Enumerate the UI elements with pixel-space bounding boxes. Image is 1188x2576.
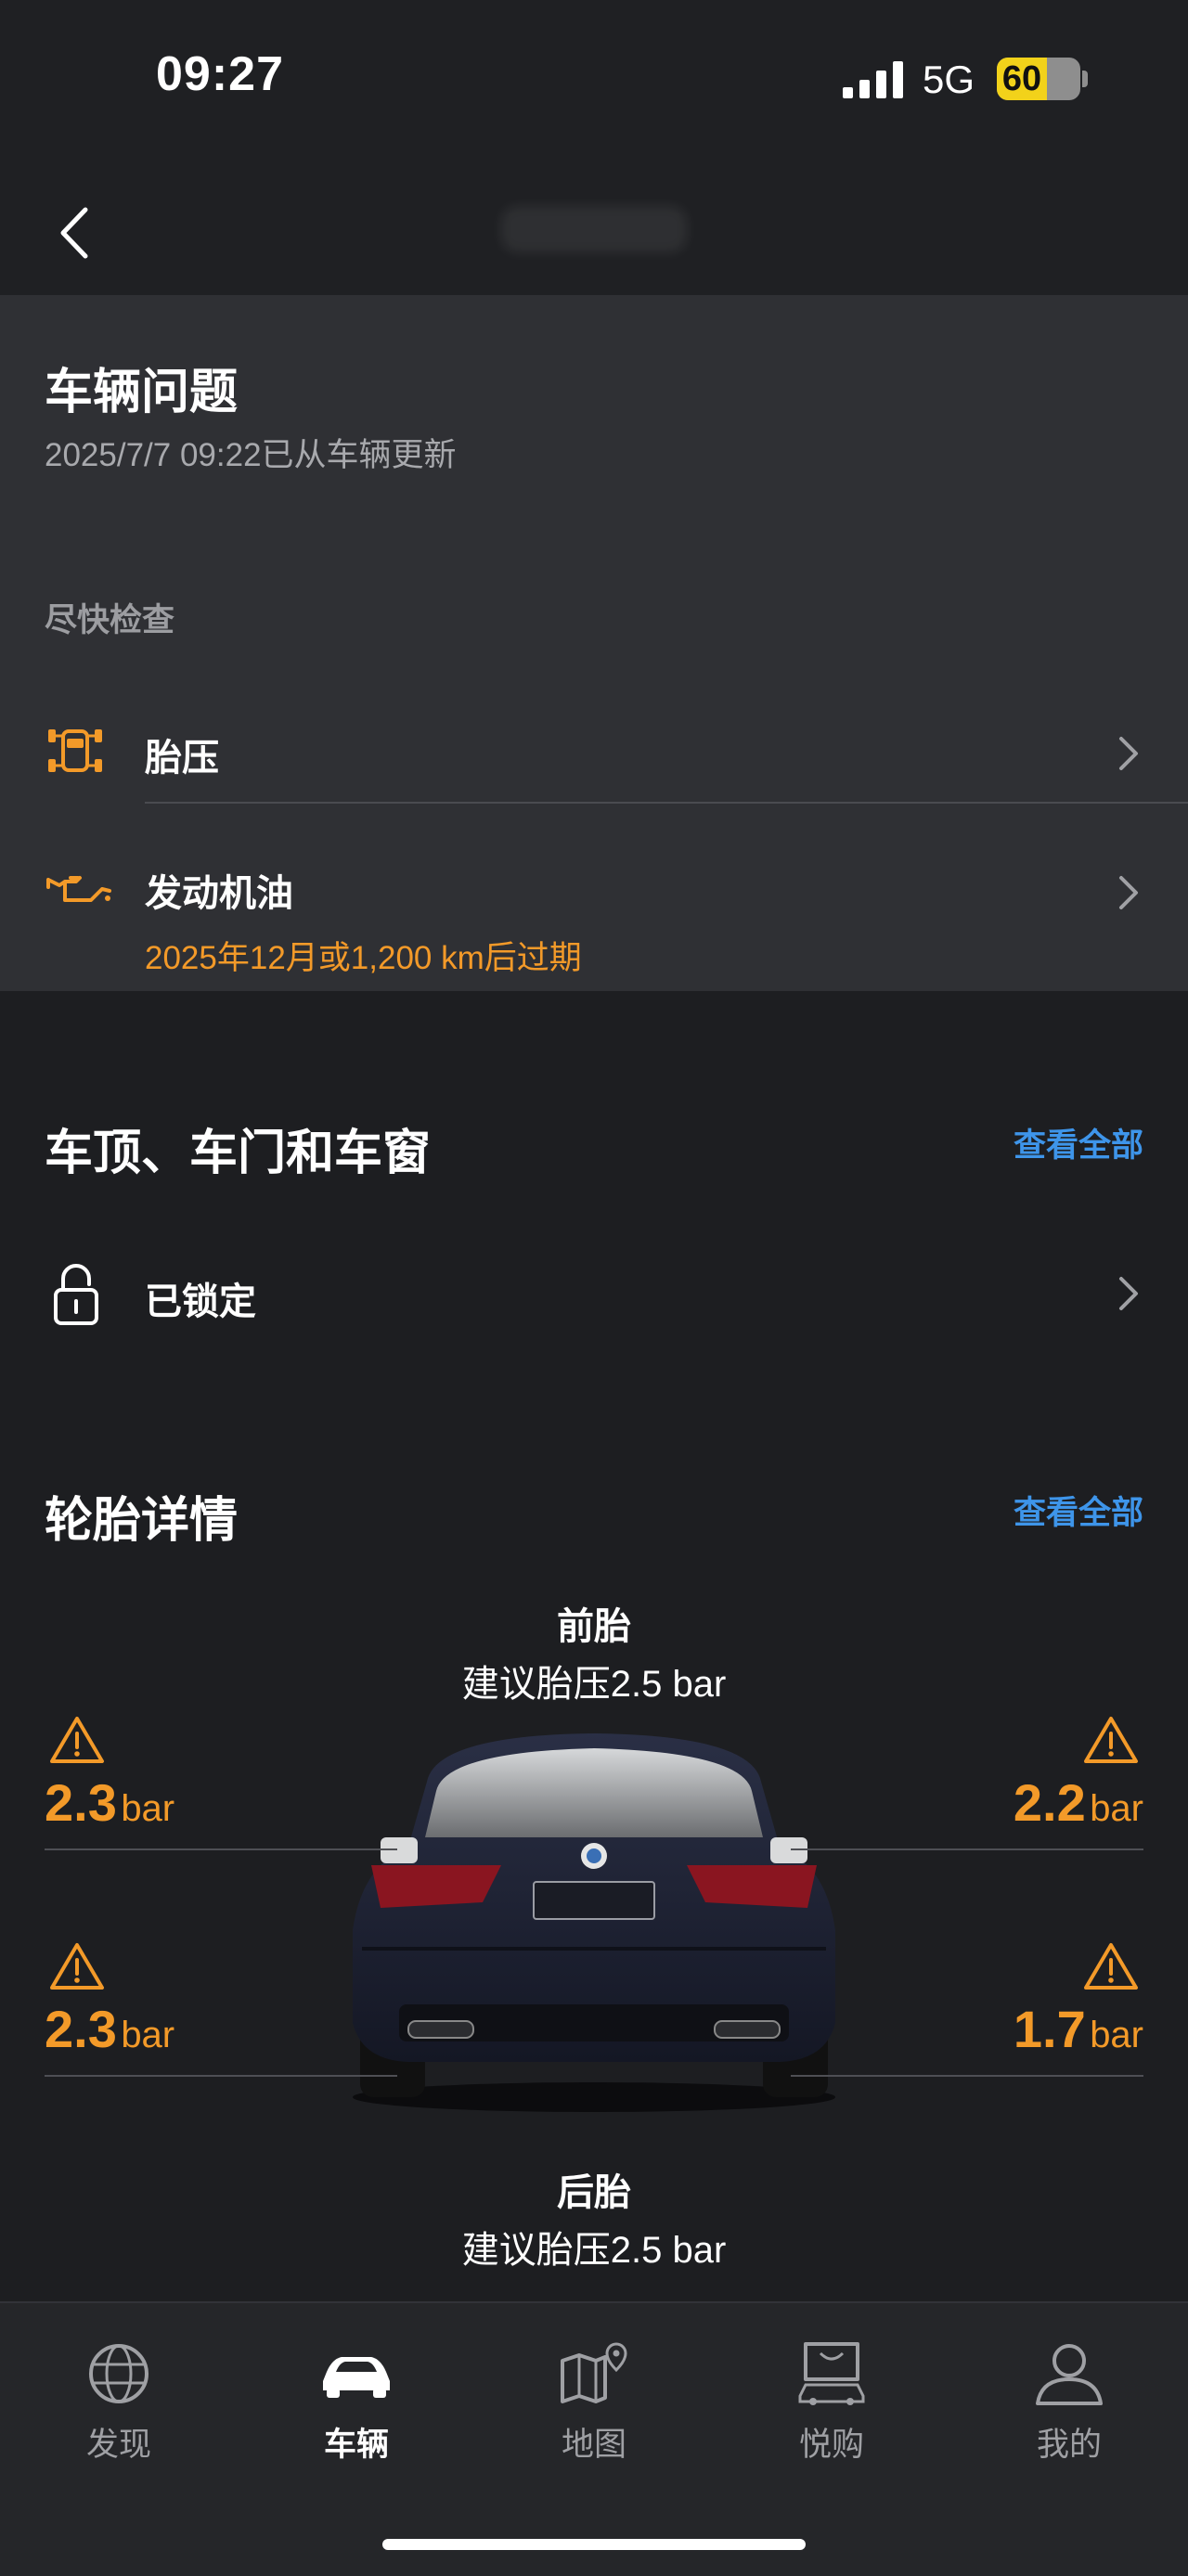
lock-status-label: 已锁定 — [145, 1282, 256, 1322]
profile-icon — [1036, 2344, 1103, 2405]
rear-left-pressure: 2.3 bar — [45, 2000, 175, 2058]
front-tires-label: 前胎 — [557, 1606, 631, 1647]
signal-icon — [843, 61, 903, 98]
tire-pressure-warning-icon — [48, 729, 102, 772]
lock-status-row[interactable]: 已锁定 — [0, 1234, 1188, 1355]
home-indicator — [382, 2539, 806, 2550]
issues-title: 车辆问题 — [45, 366, 239, 419]
issues-updated-time: 2025/7/7 09:22已从车辆更新 — [45, 437, 457, 473]
tab-discover[interactable]: 发现 — [35, 2340, 202, 2466]
tab-shop[interactable]: 悦购 — [748, 2340, 915, 2466]
tire-details-view-all-link[interactable]: 查看全部 — [1014, 1487, 1143, 1534]
network-label: 5G — [923, 58, 975, 101]
tab-vehicle[interactable]: 车辆 — [273, 2340, 440, 2466]
front-recommended-pressure: 建议胎压2.5 bar — [461, 1664, 727, 1705]
shopping-bag-icon — [798, 2342, 865, 2405]
front-left-line — [45, 1848, 397, 1850]
tire-pressure-issue-row[interactable]: 胎压 — [0, 681, 1188, 820]
divider — [145, 802, 1188, 804]
roof-doors-view-all-link[interactable]: 查看全部 — [1014, 1119, 1143, 1166]
car-rear-image — [353, 1733, 835, 2112]
engine-oil-expiry-note: 2025年12月或1,200 km后过期 — [145, 940, 582, 976]
top-bar: 09:27 5G 60 — [0, 0, 1188, 295]
battery-level: 60 — [1001, 59, 1042, 98]
rear-left-warning-icon — [50, 1943, 104, 1990]
front-right-line — [791, 1848, 1143, 1850]
back-button[interactable] — [52, 200, 98, 265]
tire-details-title: 轮胎详情 — [45, 1494, 239, 1548]
engine-oil-icon — [46, 876, 111, 902]
bottom-tab-bar: 发现 车辆 地图 悦购 我的 — [0, 2301, 1188, 2576]
check-soon-label: 尽快检查 — [45, 602, 175, 638]
battery-icon: 60 — [997, 58, 1080, 100]
status-time: 09:27 — [156, 47, 284, 101]
car-icon — [323, 2357, 390, 2398]
chevron-right-icon — [1119, 1277, 1138, 1310]
map-icon — [561, 2342, 627, 2403]
rear-right-line — [791, 2075, 1143, 2077]
header-title-blurred — [501, 206, 687, 252]
vehicle-issues-panel: 车辆问题 2025/7/7 09:22已从车辆更新 尽快检查 胎压 发动机油 2… — [0, 295, 1188, 991]
front-left-pressure: 2.3 bar — [45, 1773, 175, 1832]
rear-right-warning-icon — [1084, 1943, 1138, 1990]
chevron-right-icon — [1119, 737, 1138, 770]
front-left-warning-icon — [50, 1717, 104, 1763]
globe-icon — [89, 2344, 148, 2403]
rear-right-pressure: 1.7 bar — [1013, 2000, 1143, 2058]
front-right-pressure: 2.2 bar — [1013, 1773, 1143, 1832]
tab-profile[interactable]: 我的 — [986, 2340, 1153, 2466]
battery-nub — [1082, 71, 1088, 87]
lock-icon — [54, 1264, 98, 1325]
tab-map[interactable]: 地图 — [510, 2340, 678, 2466]
rear-recommended-pressure: 建议胎压2.5 bar — [461, 2230, 727, 2271]
rear-left-line — [45, 2075, 397, 2077]
rear-tires-label: 后胎 — [557, 2172, 631, 2213]
tire-pressure-label: 胎压 — [145, 738, 219, 779]
front-right-warning-icon — [1084, 1717, 1138, 1763]
engine-oil-label: 发动机油 — [145, 873, 293, 914]
roof-doors-title: 车顶、车门和车窗 — [45, 1127, 432, 1180]
chevron-right-icon — [1119, 876, 1138, 909]
